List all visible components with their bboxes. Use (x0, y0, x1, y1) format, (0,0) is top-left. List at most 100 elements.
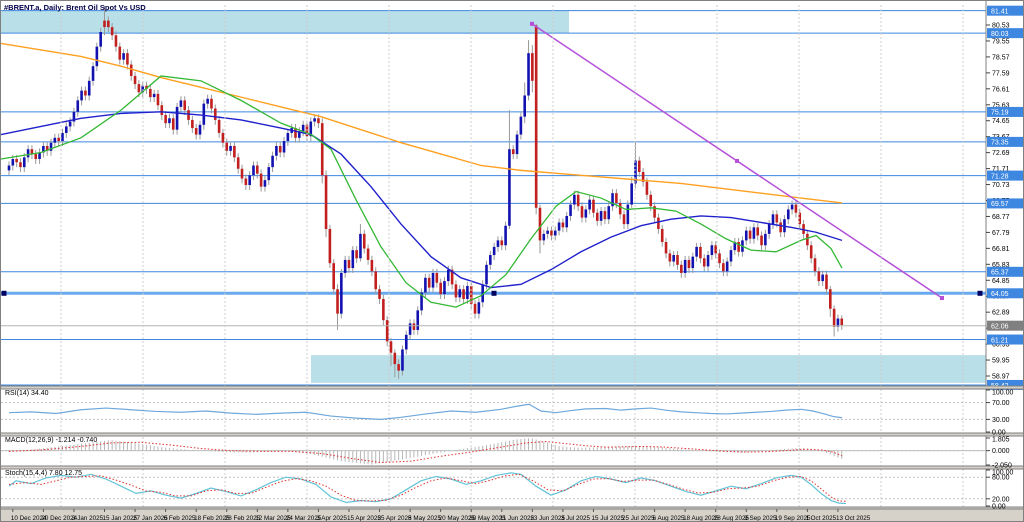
candle-body (69, 122, 72, 127)
highlight-zone (1, 11, 569, 33)
candle-body (585, 209, 588, 217)
date-label: 25 Apr 2025 (378, 515, 412, 522)
candle-body (214, 109, 217, 120)
price-tick-label: 59.95 (992, 358, 1010, 365)
candle-body (466, 286, 469, 299)
pane-axis-label: 1.805 (992, 437, 1010, 444)
date-label: 9 Sep 2025 (744, 515, 777, 522)
candle-body (760, 236, 763, 246)
date-label: 6 Aug 2025 (653, 515, 685, 522)
price-tick-label: 74.65 (992, 118, 1010, 125)
candle-body (27, 149, 30, 157)
candle-body (126, 53, 129, 64)
candle-body (329, 229, 332, 263)
candle-body (592, 200, 595, 213)
candle-body (726, 262, 729, 272)
candle-body (394, 353, 397, 364)
candle-body (764, 234, 767, 245)
candle-body (161, 105, 164, 115)
price-tick-label: 68.77 (992, 214, 1010, 221)
candle-body (371, 260, 374, 271)
candle-body (523, 95, 526, 116)
candle-body (840, 319, 843, 326)
candle-body (500, 240, 503, 245)
candle-body (630, 183, 633, 204)
candle-body (203, 104, 206, 125)
candle-body (562, 222, 565, 227)
candle-body (703, 258, 706, 266)
candle-body (657, 218, 660, 229)
candle-body (275, 146, 278, 156)
candle-body (103, 21, 106, 28)
candle-body (283, 141, 286, 152)
candle-body (527, 53, 530, 95)
candle-body (550, 231, 553, 236)
candle-body (825, 275, 828, 290)
price-tick-label: 70.73 (992, 182, 1010, 189)
trendline-handle[interactable] (530, 22, 534, 26)
candle-body (111, 27, 114, 35)
candle-body (191, 120, 194, 128)
candle-body (512, 149, 515, 154)
candle-body (787, 209, 790, 219)
line-handle[interactable] (978, 291, 983, 296)
line-handle[interactable] (492, 291, 497, 296)
candle-body (489, 255, 492, 265)
candle-body (54, 138, 57, 143)
pane-axis-label: 0.000 (992, 448, 1010, 455)
candle-body (462, 289, 465, 299)
chart-title: #BRENT.a, Daily: Brent Oil Spot Vs USD (4, 3, 146, 12)
candle-body (8, 165, 11, 170)
candle-body (352, 250, 355, 268)
candle-body (382, 299, 385, 320)
candle-body (138, 84, 141, 92)
candle-body (271, 156, 274, 167)
candle-body (313, 118, 316, 121)
candle-body (756, 227, 759, 235)
candle-body (497, 240, 500, 247)
stoch-indicator-label: Stoch(15,4,4) 7.80 12.75 (5, 470, 82, 477)
candle-body (436, 273, 439, 283)
candle-body (241, 169, 244, 179)
level-axis-badge-text: 65.37 (991, 270, 1009, 277)
date-label: 25 Jul 2025 (622, 515, 655, 522)
candle-body (680, 265, 683, 273)
candle-body (676, 255, 679, 265)
candle-body (80, 91, 83, 101)
candle-body (237, 157, 240, 168)
candle-body (229, 146, 232, 151)
level-axis-badge-text: 81.41 (991, 8, 1009, 15)
candle-body (332, 263, 335, 289)
date-label: 3 Jul 2025 (561, 515, 591, 522)
candle-body (267, 167, 270, 180)
candle-body (558, 222, 561, 230)
candle-body (596, 213, 599, 221)
price-chart-canvas[interactable]: 80.5379.5578.5777.5976.6175.6374.6573.67… (1, 1, 1024, 522)
candle-body (157, 94, 160, 105)
chart-background (1, 1, 1024, 522)
candle-body (573, 195, 576, 205)
date-label: 15 Jul 2025 (591, 515, 624, 522)
candle-body (57, 138, 60, 141)
trendline-handle[interactable] (940, 296, 944, 300)
candle-body (12, 159, 15, 166)
candle-body (749, 231, 752, 239)
price-tick-label: 78.57 (992, 54, 1010, 61)
candle-body (707, 255, 710, 266)
candle-body (96, 47, 99, 67)
candle-body (535, 25, 538, 207)
candle-body (772, 214, 775, 224)
candle-body (168, 118, 171, 123)
candle-body (768, 224, 771, 234)
candle-body (718, 253, 721, 263)
candle-body (76, 100, 79, 111)
line-handle[interactable] (2, 291, 7, 296)
candle-body (130, 65, 133, 76)
candle-body (543, 234, 546, 241)
trendline-handle[interactable] (735, 159, 739, 163)
candle-body (245, 179, 248, 186)
candle-body (248, 175, 251, 185)
level-axis-badge-text: 69.57 (991, 201, 1009, 208)
candle-body (638, 161, 641, 172)
candle-body (348, 260, 351, 268)
